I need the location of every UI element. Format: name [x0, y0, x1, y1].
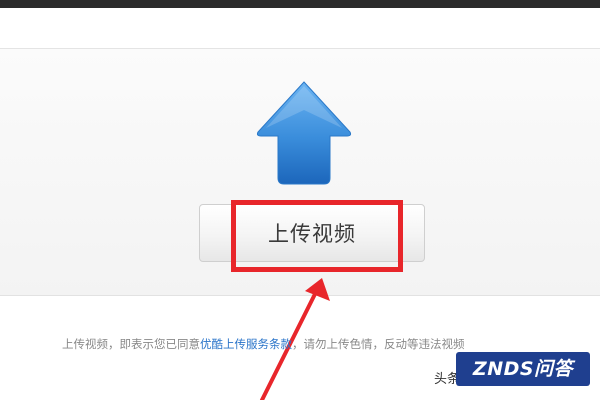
upload-video-button-label: 上传视频 [268, 222, 356, 246]
screenshot-frame: 上传视频 上传视频，即表示您已同意优酷上传服务条款，请勿上传色情，反动等违法视频… [0, 0, 600, 400]
watermark-logo-text: ZNDS问答 [472, 358, 574, 380]
terms-of-service-link[interactable]: 优酷上传服务条款 [200, 337, 292, 351]
top-bar [0, 0, 600, 8]
agreement-suffix: ，请勿上传色情，反动等违法视频 [292, 337, 465, 351]
upload-agreement-notice: 上传视频，即表示您已同意优酷上传服务条款，请勿上传色情，反动等违法视频 [62, 336, 582, 352]
up-arrow-icon[interactable] [254, 80, 354, 188]
agreement-prefix: 上传视频，即表示您已同意 [62, 337, 200, 351]
upload-video-button[interactable]: 上传视频 [199, 204, 425, 262]
znds-watermark: ZNDS问答 [456, 352, 590, 386]
